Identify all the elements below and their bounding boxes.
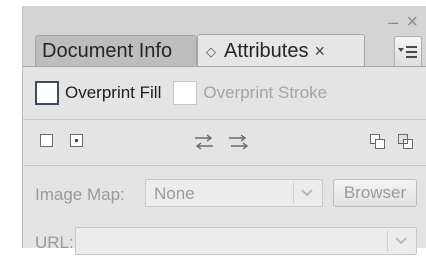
- close-tab-icon[interactable]: ×: [314, 41, 325, 62]
- collapse-toggle-icon[interactable]: ◇: [206, 44, 216, 60]
- chevron-down-icon: [293, 182, 320, 204]
- image-map-label: Image Map:: [35, 185, 125, 204]
- url-label: URL:: [35, 233, 74, 252]
- tab-document-info[interactable]: Document Info: [35, 35, 197, 67]
- image-map-select[interactable]: None: [145, 179, 323, 207]
- panel-menu-icon: [398, 46, 417, 58]
- panel-menu-button[interactable]: [394, 36, 422, 68]
- attributes-panel: – × Document Info ◇ Attributes × Overpri…: [22, 6, 426, 255]
- image-map-value: None: [154, 184, 195, 203]
- overprint-fill-label: Overprint Fill: [65, 83, 162, 102]
- reverse-path-direction-on-icon[interactable]: [227, 133, 249, 151]
- overprint-stroke-label: Overprint Stroke: [203, 83, 328, 102]
- url-combobox[interactable]: [75, 227, 417, 255]
- reverse-path-direction-off-icon[interactable]: [193, 133, 215, 151]
- chevron-down-icon: [387, 230, 414, 252]
- attributes-icon-row: [23, 127, 426, 161]
- tab-label: Attributes: [224, 40, 309, 62]
- tab-label: Document Info: [42, 40, 173, 62]
- show-center-icon[interactable]: [69, 133, 85, 149]
- image-map-row: Image Map: None Browser: [35, 177, 417, 211]
- tab-attributes[interactable]: ◇ Attributes ×: [197, 34, 365, 68]
- divider: [23, 165, 426, 166]
- overprint-stroke-checkbox[interactable]: [173, 81, 198, 105]
- overprint-row: Overprint Fill Overprint Stroke: [35, 79, 327, 107]
- panel-content: Overprint Fill Overprint Stroke Image Ma…: [23, 66, 426, 255]
- overprint-fill-checkbox[interactable]: [35, 81, 59, 105]
- tab-strip: Document Info ◇ Attributes ×: [23, 24, 426, 68]
- dont-show-center-icon[interactable]: [39, 133, 55, 149]
- use-non-zero-winding-fill-icon[interactable]: [369, 133, 387, 151]
- use-even-odd-fill-icon[interactable]: [397, 133, 415, 151]
- divider: [23, 119, 426, 120]
- browser-button[interactable]: Browser: [333, 179, 417, 207]
- url-row: URL:: [35, 225, 417, 259]
